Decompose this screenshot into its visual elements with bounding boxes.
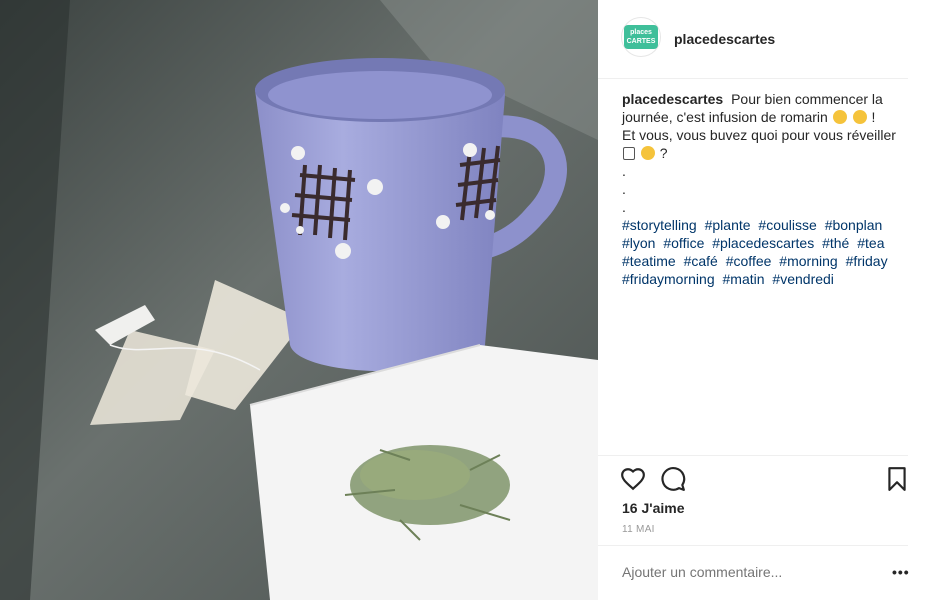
hashtag-list: #storytelling #plante #coulisse #bonplan…	[622, 216, 904, 288]
post-header: places CARTES placedescartes	[598, 0, 908, 79]
action-bar	[598, 455, 908, 491]
hashtag-link[interactable]: #café	[684, 253, 718, 269]
caption-text-line2-end: ?	[659, 145, 668, 161]
like-button[interactable]	[620, 466, 646, 492]
hashtag-link[interactable]: #plante	[705, 217, 751, 233]
post-date[interactable]: 11 MAI	[622, 524, 655, 535]
caption-dot: .	[622, 199, 626, 215]
coffee-cup-emoji	[623, 147, 635, 160]
avatar[interactable]: places CARTES	[621, 17, 661, 57]
bookmark-icon	[888, 467, 906, 491]
comment-input[interactable]	[622, 564, 862, 580]
likes-count[interactable]: 16 J'aime	[622, 500, 685, 516]
hashtag-link[interactable]: #thé	[822, 235, 849, 251]
hashtag-link[interactable]: #fridaymorning	[622, 271, 715, 287]
caption-username[interactable]: placedescartes	[622, 91, 723, 107]
heart-icon	[621, 468, 645, 491]
smile-emoji	[640, 146, 655, 160]
hashtag-link[interactable]: #coffee	[726, 253, 772, 269]
smile-emoji	[832, 110, 847, 124]
caption-text-line2: Et vous, vous buvez quoi pour vous révei…	[622, 127, 896, 143]
hashtag-link[interactable]: #vendredi	[772, 271, 834, 287]
more-options-button[interactable]: •••	[892, 564, 910, 580]
hashtag-link[interactable]: #placedescartes	[712, 235, 814, 251]
caption-dot: .	[622, 163, 626, 179]
caption-text-line1-end: !	[871, 109, 876, 125]
hashtag-link[interactable]: #matin	[723, 271, 765, 287]
photo-illustration	[0, 0, 598, 600]
comment-form: •••	[598, 545, 910, 600]
post-sidebar: places CARTES placedescartes placedescar…	[598, 0, 926, 600]
hashtag-link[interactable]: #lyon	[622, 235, 655, 251]
post-caption: placedescartes Pour bien commencer la jo…	[622, 90, 904, 288]
comment-button[interactable]	[660, 466, 686, 492]
hashtag-link[interactable]: #storytelling	[622, 217, 697, 233]
hashtag-link[interactable]: #office	[663, 235, 704, 251]
caption-dot: .	[622, 181, 626, 197]
brand-logo: places CARTES	[624, 25, 658, 49]
hashtag-link[interactable]: #friday	[846, 253, 888, 269]
save-button[interactable]	[884, 466, 910, 492]
hashtag-link[interactable]: #bonplan	[825, 217, 883, 233]
hashtag-link[interactable]: #teatime	[622, 253, 676, 269]
hashtag-link[interactable]: #coulisse	[758, 217, 816, 233]
hashtag-link[interactable]: #morning	[779, 253, 837, 269]
instagram-post: places CARTES placedescartes placedescar…	[0, 0, 926, 600]
post-photo[interactable]	[0, 0, 598, 600]
comment-icon	[661, 467, 686, 491]
username-link[interactable]: placedescartes	[674, 31, 775, 47]
yum-emoji	[852, 110, 867, 124]
hashtag-link[interactable]: #tea	[857, 235, 884, 251]
